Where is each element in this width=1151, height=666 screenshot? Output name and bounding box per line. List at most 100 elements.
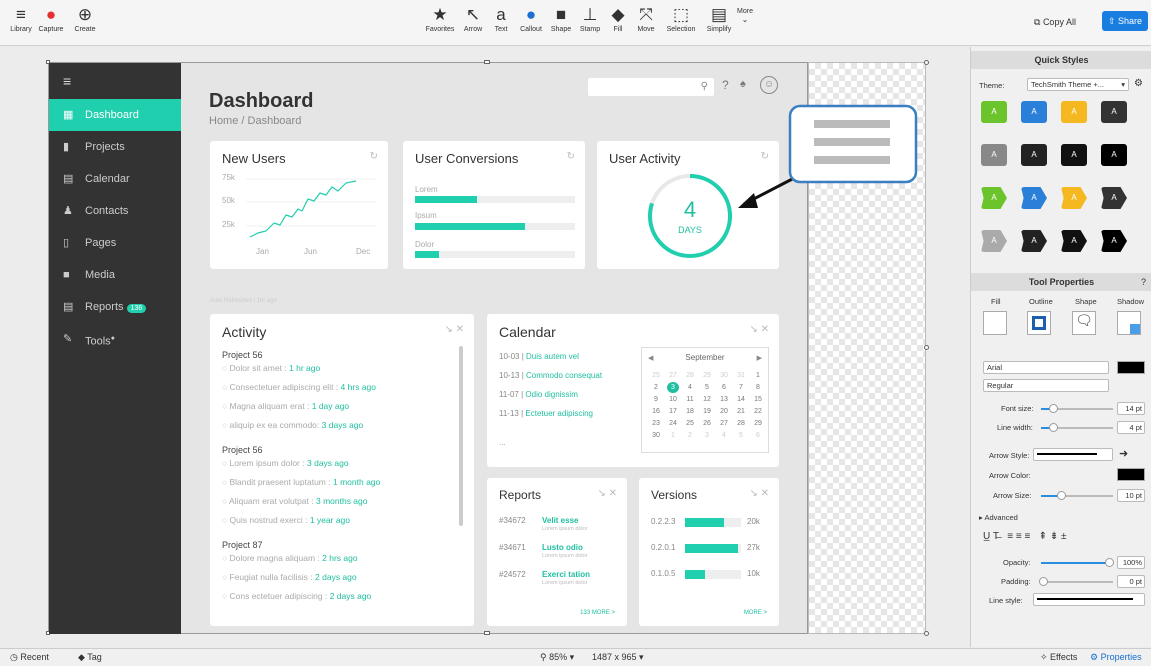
- calendar-day[interactable]: 2: [684, 430, 696, 441]
- activity-item[interactable]: ○ Dolore magna aliquam : 2 hrs ago: [222, 553, 358, 563]
- capture-button[interactable]: ● Capture: [34, 4, 68, 33]
- shadow-swatch[interactable]: [1117, 311, 1141, 335]
- sidebar-item-calendar[interactable]: ▤ Calendar: [49, 163, 181, 195]
- refresh-icon[interactable]: ↻: [567, 151, 575, 162]
- calendar-day[interactable]: 10: [667, 394, 679, 405]
- quick-style-swatch[interactable]: A: [981, 101, 1007, 123]
- calendar-day[interactable]: 9: [650, 394, 662, 405]
- shape-swatch[interactable]: 🗨: [1072, 311, 1096, 335]
- calendar-day[interactable]: 6: [718, 382, 730, 393]
- calendar-day[interactable]: 25: [684, 418, 696, 429]
- padding-slider[interactable]: [1039, 577, 1113, 586]
- callout-tool[interactable]: ● Callout: [515, 4, 547, 33]
- calendar-day[interactable]: 19: [701, 406, 713, 417]
- calendar-day[interactable]: 4: [684, 382, 696, 393]
- activity-item[interactable]: ○ aliquip ex ea commodo: 3 days ago: [222, 420, 363, 430]
- sidebar-item-projects[interactable]: ▮ Projects: [49, 131, 181, 163]
- sidebar-item-media[interactable]: ■ Media: [49, 259, 181, 291]
- sidebar-item-pages[interactable]: ▯ Pages: [49, 227, 181, 259]
- outline-swatch[interactable]: [1027, 311, 1051, 335]
- opacity-slider[interactable]: [1041, 558, 1114, 567]
- effects-button[interactable]: ✧ Effects: [1040, 652, 1077, 663]
- style-select[interactable]: Regular: [983, 379, 1109, 392]
- selection-tool[interactable]: ⬚ Selection: [661, 4, 701, 33]
- activity-item[interactable]: ○ Quis nostrud exerci : 1 year ago: [222, 515, 350, 525]
- quick-style-swatch[interactable]: A: [1101, 230, 1127, 252]
- arrow-end-select[interactable]: ➜: [1119, 447, 1128, 460]
- quick-style-swatch[interactable]: A: [1061, 101, 1087, 123]
- sidebar-item-reports[interactable]: ▤ Reports 136: [49, 291, 181, 323]
- refresh-icon[interactable]: ↻: [370, 151, 378, 162]
- calendar-day[interactable]: 6: [752, 430, 764, 441]
- font-select[interactable]: Arial: [983, 361, 1109, 374]
- scrollbar[interactable]: [459, 346, 463, 526]
- calendar-day[interactable]: 26: [701, 418, 713, 429]
- calendar-day[interactable]: 31: [735, 370, 747, 381]
- calendar-day[interactable]: 5: [735, 430, 747, 441]
- share-button[interactable]: ⇧ Share: [1102, 11, 1148, 31]
- calendar-day[interactable]: 18: [684, 406, 696, 417]
- activity-item[interactable]: ○ Magna aliquam erat : 1 day ago: [222, 401, 349, 411]
- calendar-day[interactable]: 1: [752, 370, 764, 381]
- calendar-day[interactable]: 22: [752, 406, 764, 417]
- copy-all-button[interactable]: ⧉ Copy All: [1034, 12, 1076, 32]
- text-color-swatch[interactable]: [1117, 361, 1145, 374]
- properties-button[interactable]: ⚙ Properties: [1090, 652, 1142, 663]
- activity-item[interactable]: ○ Dolor sit amet : 1 hr ago: [222, 363, 320, 373]
- line-style-select[interactable]: [1033, 593, 1145, 606]
- opacity-field[interactable]: 100%: [1117, 556, 1145, 569]
- quick-style-swatch[interactable]: A: [981, 187, 1007, 209]
- activity-item[interactable]: ○ Cons ectetuer adipiscing : 2 days ago: [222, 591, 371, 601]
- help-icon[interactable]: ?: [1141, 273, 1146, 291]
- event-item[interactable]: 10-13 | Commodo consequat: [499, 371, 602, 380]
- calendar-day[interactable]: 14: [735, 394, 747, 405]
- quick-style-swatch[interactable]: A: [1021, 101, 1047, 123]
- advanced-toggle[interactable]: ▸ Advanced: [979, 513, 1018, 522]
- more-link[interactable]: MORE >: [744, 610, 767, 616]
- event-item[interactable]: 10-03 | Duis autem vel: [499, 352, 579, 361]
- help-icon[interactable]: ?: [722, 78, 729, 92]
- create-button[interactable]: ⊕ Create: [68, 4, 102, 33]
- quick-style-swatch[interactable]: A: [1101, 101, 1127, 123]
- close-icon[interactable]: ↘ ✕: [597, 488, 617, 499]
- quick-style-swatch[interactable]: A: [1021, 144, 1047, 166]
- arrow-color-swatch[interactable]: [1117, 468, 1145, 481]
- calendar-day[interactable]: 11: [684, 394, 696, 405]
- avatar[interactable]: ☺: [760, 76, 778, 94]
- calendar-day[interactable]: 29: [701, 370, 713, 381]
- text-format-icons[interactable]: U̲ T̶ ≡ ≡ ≡ ⇞ ⇟ ±: [983, 531, 1066, 542]
- arrow-style-select[interactable]: [1033, 448, 1113, 461]
- calendar-day-today[interactable]: 3: [667, 382, 679, 393]
- activity-item[interactable]: ○ Blandit praesent luptatum : 1 month ag…: [222, 477, 380, 487]
- quick-style-swatch[interactable]: A: [1101, 144, 1127, 166]
- resize-handle[interactable]: [484, 60, 490, 64]
- event-item[interactable]: 11-13 | Ectetuer adipiscing: [499, 409, 593, 418]
- calendar-day[interactable]: 13: [718, 394, 730, 405]
- calendar-day[interactable]: 30: [650, 430, 662, 441]
- calendar-day[interactable]: 28: [735, 418, 747, 429]
- activity-item[interactable]: ○ Lorem ipsum dolor : 3 days ago: [222, 458, 349, 468]
- tab-shadow[interactable]: Shadow: [1117, 297, 1144, 306]
- calendar-day[interactable]: 3: [701, 430, 713, 441]
- theme-select[interactable]: TechSmith Theme +... ▾: [1027, 78, 1129, 91]
- hamburger-icon[interactable]: ≡: [63, 73, 71, 89]
- calendar-day[interactable]: 5: [701, 382, 713, 393]
- calendar-day[interactable]: 8: [752, 382, 764, 393]
- arrow-size-slider[interactable]: [1041, 491, 1113, 500]
- font-size-slider[interactable]: [1041, 404, 1113, 413]
- shape-tool[interactable]: ■ Shape: [547, 4, 575, 33]
- activity-item[interactable]: ○ Feugiat nulla facilisis : 2 days ago: [222, 572, 357, 582]
- activity-item[interactable]: ○ Consectetuer adipiscing elit : 4 hrs a…: [222, 382, 376, 392]
- close-icon[interactable]: ↘ ✕: [749, 324, 769, 335]
- close-icon[interactable]: ↘ ✕: [749, 488, 769, 499]
- recent-button[interactable]: ◷ Recent: [10, 652, 49, 663]
- text-tool[interactable]: a Text: [488, 4, 514, 33]
- calendar-day[interactable]: 24: [667, 418, 679, 429]
- fill-swatch[interactable]: [983, 311, 1007, 335]
- resize-handle[interactable]: [924, 631, 929, 636]
- calendar-day[interactable]: 29: [752, 418, 764, 429]
- quick-style-swatch[interactable]: A: [1101, 187, 1127, 209]
- bell-icon[interactable]: ♠: [740, 78, 746, 90]
- calendar-day[interactable]: 28: [684, 370, 696, 381]
- annotation-layer[interactable]: [730, 100, 930, 220]
